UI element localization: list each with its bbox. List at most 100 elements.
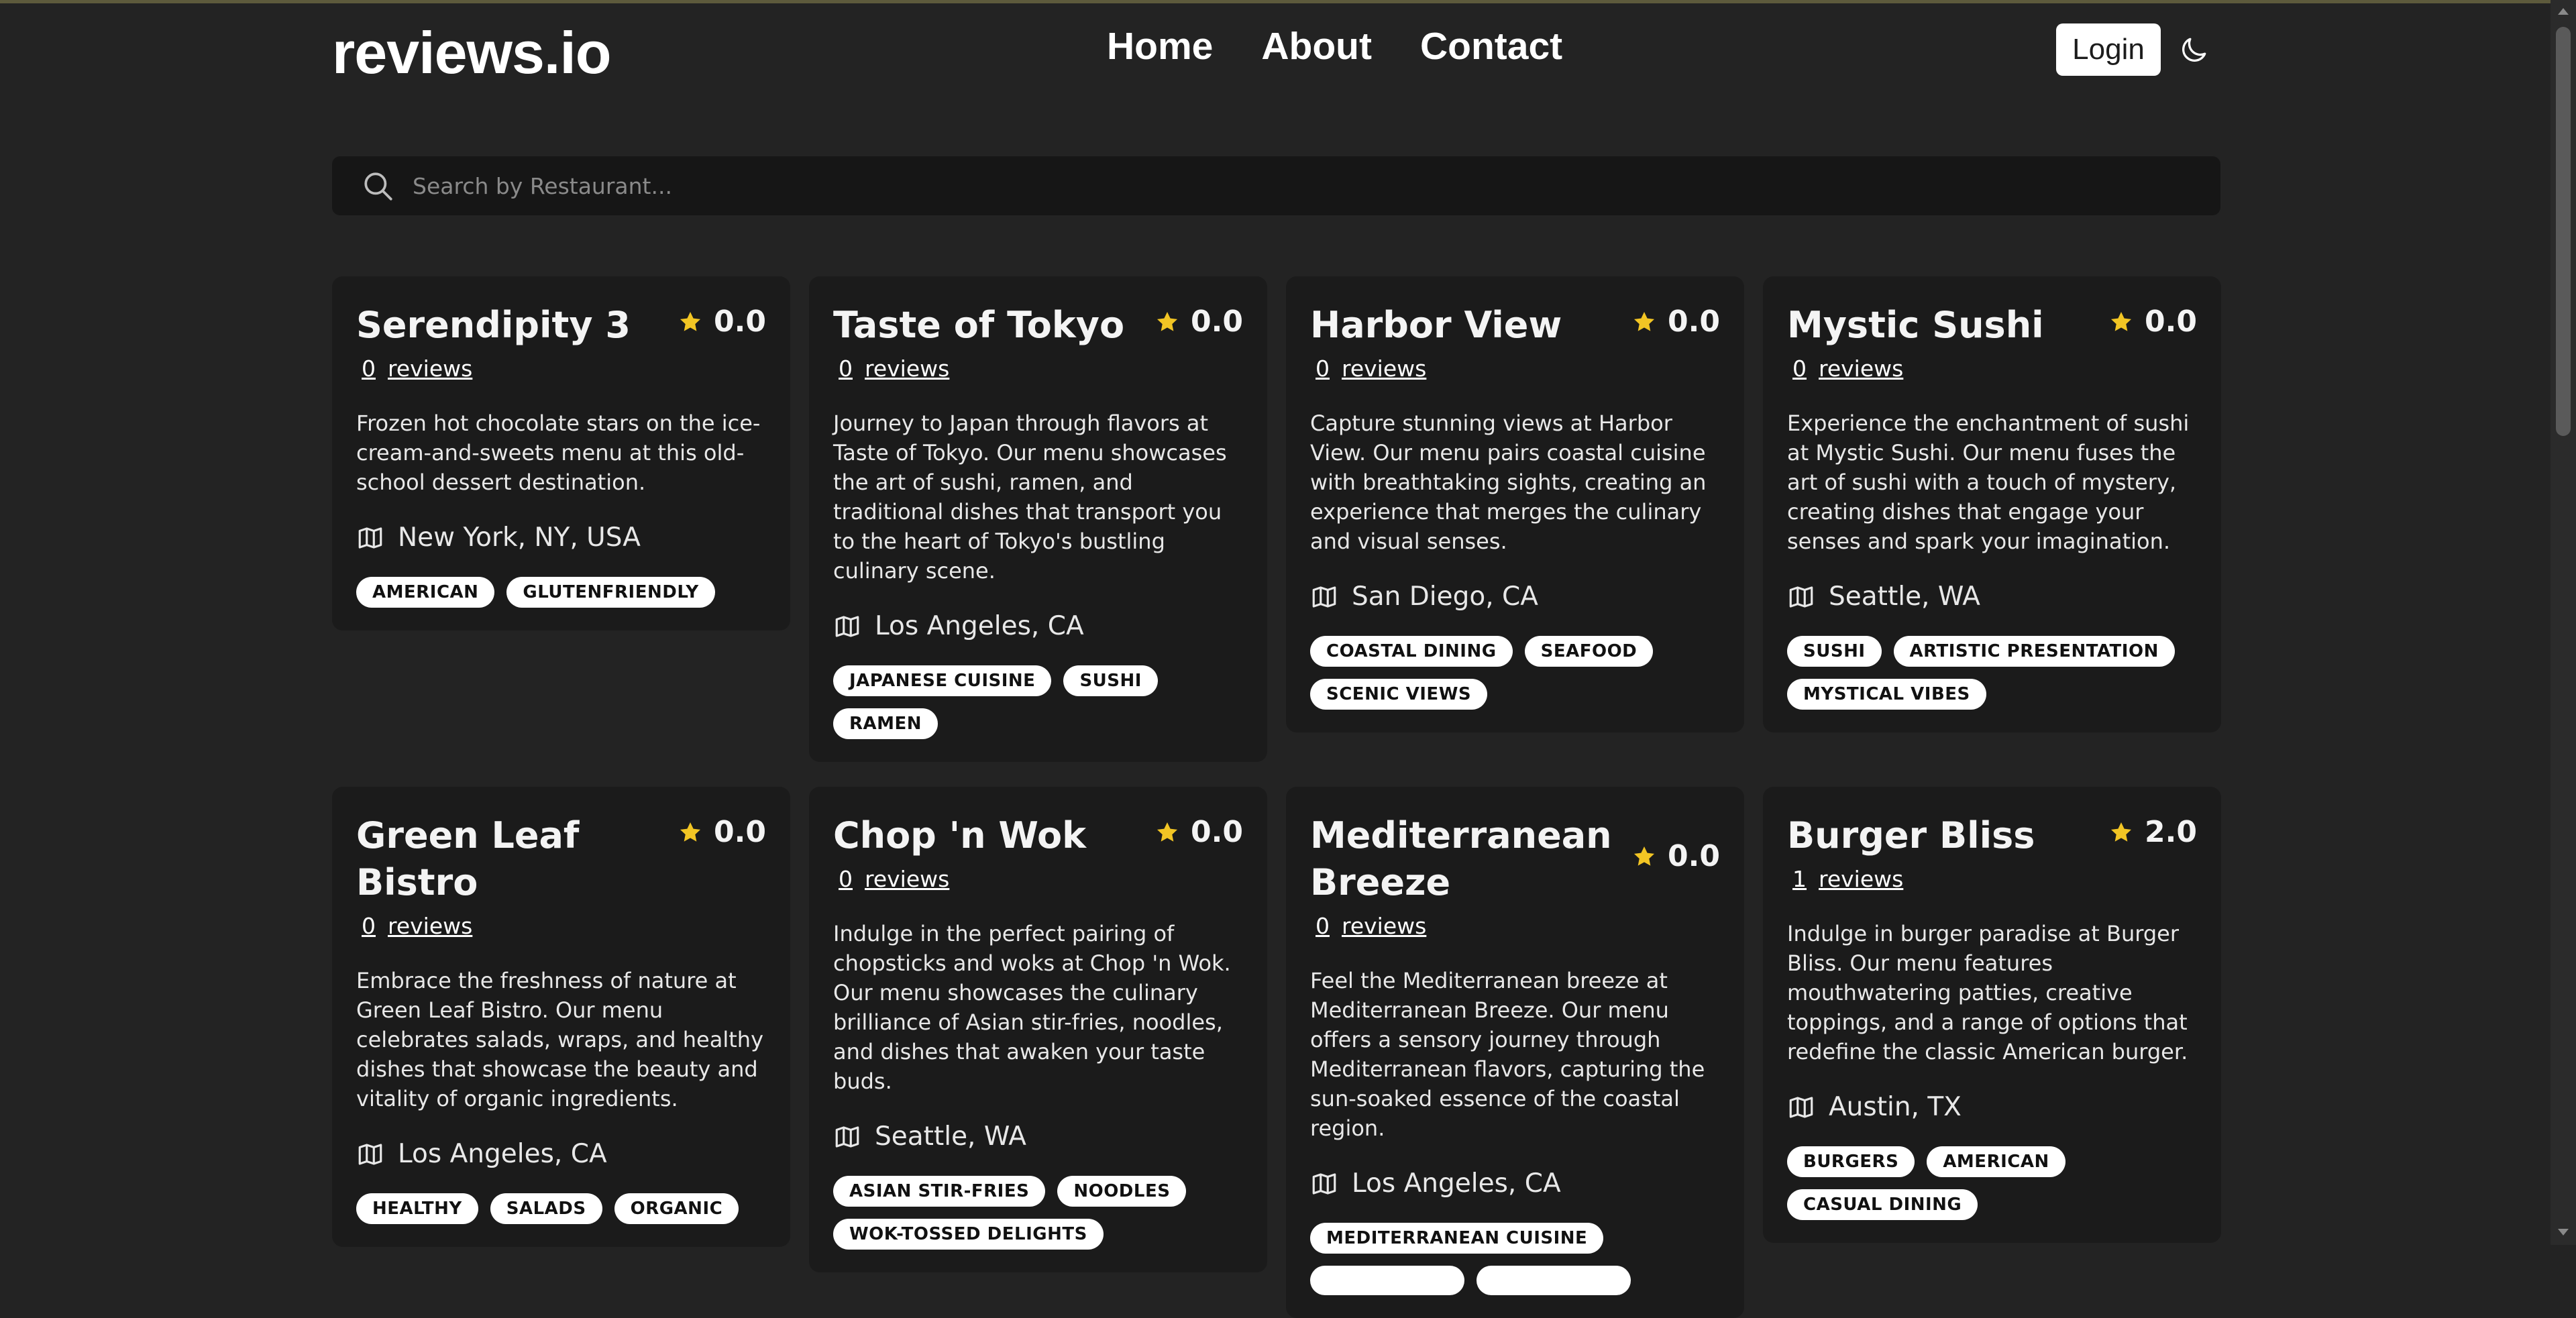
rating: 0.0 [678,305,766,339]
search-input[interactable] [411,163,2182,209]
reviews-link[interactable]: 0 reviews [356,355,766,382]
reviews-link[interactable]: 0 reviews [833,355,1243,382]
restaurant-card[interactable]: Serendipity 3 0.0 0 reviews Frozen hot c… [332,276,790,630]
reviews-link[interactable]: 0 reviews [833,866,1243,892]
map-icon [1312,586,1336,608]
tag[interactable]: HEALTHY [356,1193,478,1224]
tag[interactable]: ARTISTIC PRESENTATION [1893,636,2175,667]
search-icon [364,172,392,201]
restaurant-name[interactable]: Burger Bliss [1787,812,2035,859]
scroll-down-arrow-icon[interactable] [2558,1229,2569,1235]
tag[interactable]: COASTAL DINING [1310,636,1513,667]
tag[interactable]: AMERICAN [356,577,495,608]
tag[interactable]: ASIAN STIR-FRIES [833,1176,1046,1207]
tag[interactable]: SUSHI [1787,636,1882,667]
reviews-link[interactable]: 0 reviews [1310,913,1720,939]
star-icon [680,822,701,842]
review-count[interactable]: 0 [1316,355,1330,382]
tag[interactable]: MYSTICAL VIBES [1787,679,1986,710]
tag[interactable]: SCENIC VIEWS [1310,679,1488,710]
restaurant-name[interactable]: Taste of Tokyo [833,302,1124,349]
reviews-label[interactable]: reviews [1819,355,1903,382]
reviews-link[interactable]: 1 reviews [1787,866,2197,892]
tag[interactable]: RAMEN [833,708,938,739]
reviews-label[interactable]: reviews [865,355,949,382]
tag[interactable]: JAPANESE CUISINE [833,665,1052,696]
map-icon [358,1143,382,1165]
login-button[interactable]: Login [2056,23,2161,76]
nav-about-link[interactable]: About [1261,24,1372,68]
reviews-label[interactable]: reviews [1342,355,1426,382]
reviews-link[interactable]: 0 reviews [1310,355,1720,382]
tag-list: HEALTHY SALADS ORGANIC [356,1193,766,1247]
nav-home-link[interactable]: Home [1107,24,1213,68]
nav-contact-link[interactable]: Contact [1420,24,1562,68]
location-text: Los Angeles, CA [398,1139,607,1169]
site-logo[interactable]: reviews.io [332,19,612,87]
restaurant-description: Feel the Mediterranean breeze at Mediter… [1310,968,1705,1141]
reviews-label[interactable]: reviews [865,866,949,892]
restaurant-description: Indulge in the perfect pairing of chopst… [833,921,1231,1094]
moon-icon[interactable] [2177,34,2210,67]
reviews-link[interactable]: 0 reviews [1787,355,2197,382]
restaurant-name[interactable]: Serendipity 3 [356,302,631,349]
reviews-label[interactable]: reviews [388,913,472,939]
window-top-border [0,0,2576,3]
restaurant-name[interactable]: Harbor View [1310,302,1562,349]
tag[interactable]: SUSHI [1063,665,1158,696]
restaurant-description: Experience the enchantment of sushi at M… [1787,410,2190,554]
review-count[interactable]: 1 [1792,866,1807,892]
restaurant-card[interactable]: Taste of Tokyo 0.0 0 reviews Journey to … [809,276,1267,762]
restaurant-card[interactable]: Harbor View 0.0 0 reviews Capture stunni… [1286,276,1744,732]
tag[interactable]: SALADS [490,1193,602,1224]
card-header: Harbor View 0.0 [1310,302,1720,349]
map-icon [835,1125,859,1148]
tag[interactable]: SEAFOOD [1524,636,1654,667]
review-count[interactable]: 0 [839,355,853,382]
star-icon [1634,311,1655,331]
restaurant-name[interactable]: Chop 'n Wok [833,812,1086,859]
tag[interactable]: CASUAL DINING [1787,1189,1978,1220]
restaurant-card[interactable]: Burger Bliss 2.0 1 reviews Indulge in bu… [1763,787,2221,1243]
scrollbar-thumb[interactable] [2556,27,2571,436]
review-count[interactable]: 0 [1316,913,1330,939]
tag[interactable]: GLUTENFRIENDLY [506,577,715,608]
rating-value: 0.0 [2145,305,2197,339]
tag[interactable]: MEDITERRANEAN CUISINE [1310,1223,1604,1254]
restaurant-card[interactable]: Chop 'n Wok 0.0 0 reviews Indulge in the… [809,787,1267,1272]
reviews-label[interactable]: reviews [388,355,472,382]
location-text: Los Angeles, CA [875,611,1084,641]
rating-value: 0.0 [1191,815,1243,849]
star-icon [1634,846,1655,866]
restaurant-card[interactable]: Green Leaf Bistro 0.0 0 reviews Embrace … [332,787,790,1247]
rating-value: 0.0 [714,305,766,339]
review-count[interactable]: 0 [1792,355,1807,382]
reviews-label[interactable]: reviews [1342,913,1426,939]
tag[interactable]: WOK-TOSSED DELIGHTS [833,1219,1104,1250]
tag[interactable] [1477,1266,1631,1295]
restaurant-card[interactable]: Mystic Sushi 0.0 0 reviews Experience th… [1763,276,2221,732]
review-count[interactable]: 0 [362,913,376,939]
tag[interactable]: BURGERS [1787,1146,1915,1177]
tag-list: AMERICAN GLUTENFRIENDLY [356,577,766,630]
tag[interactable]: AMERICAN [1927,1146,2065,1177]
restaurant-name[interactable]: Mediterranean Breeze [1310,812,1612,906]
scroll-up-arrow-icon[interactable] [2558,8,2569,15]
rating: 0.0 [2108,305,2197,339]
rating: 0.0 [1155,815,1243,849]
rating: 0.0 [1155,305,1243,339]
review-count[interactable]: 0 [839,866,853,892]
restaurant-description: Frozen hot chocolate stars on the ice-cr… [356,410,761,495]
restaurant-name[interactable]: Green Leaf Bistro [356,812,658,906]
restaurant-card[interactable]: Mediterranean Breeze 0.0 0 reviews Feel … [1286,787,1744,1318]
restaurant-location: Seattle, WA [1787,582,2197,612]
tag[interactable]: ORGANIC [614,1193,739,1224]
reviews-link[interactable]: 0 reviews [356,913,766,939]
tag[interactable]: NOODLES [1057,1176,1187,1207]
tag[interactable] [1310,1266,1464,1295]
card-header: Burger Bliss 2.0 [1787,812,2197,859]
page-scrollbar[interactable] [2551,0,2576,1245]
restaurant-name[interactable]: Mystic Sushi [1787,302,2044,349]
reviews-label[interactable]: reviews [1819,866,1903,892]
review-count[interactable]: 0 [362,355,376,382]
